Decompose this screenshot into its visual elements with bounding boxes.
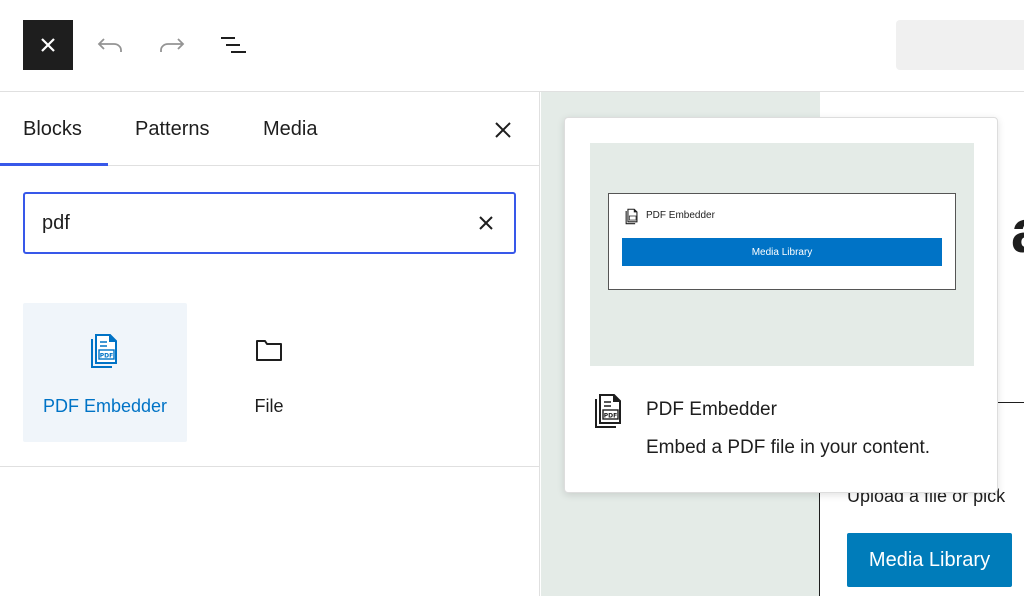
- close-icon: [479, 216, 493, 230]
- pdf-embedder-icon: PDF: [589, 390, 629, 430]
- pdf-embedder-icon: PDF: [23, 331, 187, 369]
- block-preview-popover: PDF Embedder Media Library PDF PDF Embed…: [564, 117, 998, 493]
- svg-text:PDF: PDF: [100, 353, 113, 360]
- close-inserter-button[interactable]: [23, 20, 73, 70]
- preview-media-library-button: Media Library: [622, 238, 942, 266]
- clear-search-button[interactable]: [474, 211, 498, 235]
- block-inserter-panel: Blocks Patterns Media PDF: [0, 92, 540, 596]
- undo-icon: [97, 38, 122, 52]
- block-result-label: PDF Embedder: [42, 396, 168, 416]
- document-bar[interactable]: [896, 20, 1024, 70]
- preview-block-card: PDF Embedder Media Library: [608, 193, 956, 290]
- close-icon: [495, 122, 511, 138]
- tab-patterns[interactable]: Patterns: [135, 92, 209, 166]
- block-preview-area: PDF Embedder Media Library: [590, 143, 974, 366]
- svg-text:PDF: PDF: [604, 413, 617, 420]
- close-panel-button[interactable]: [490, 117, 516, 143]
- editor-toolbar: [0, 0, 1024, 92]
- close-icon: [41, 38, 55, 52]
- divider: [0, 466, 540, 467]
- tab-media[interactable]: Media: [263, 92, 317, 166]
- folder-icon: [187, 331, 351, 369]
- pdf-embedder-icon: [625, 208, 638, 225]
- preview-block-description: Embed a PDF file in your content.: [646, 437, 931, 458]
- list-view-button[interactable]: [216, 28, 250, 62]
- media-library-button[interactable]: Media Library: [847, 533, 1012, 587]
- block-result-pdf-embedder[interactable]: PDF PDF Embedder: [23, 303, 187, 442]
- block-result-label: File: [254, 396, 284, 416]
- redo-button[interactable]: [155, 28, 189, 62]
- search-input[interactable]: [42, 208, 442, 238]
- inserter-tabs: Blocks Patterns Media: [0, 92, 540, 166]
- redo-icon: [160, 38, 185, 52]
- tab-blocks[interactable]: Blocks: [23, 92, 82, 166]
- undo-button[interactable]: [93, 28, 127, 62]
- block-search-field[interactable]: [23, 192, 516, 254]
- canvas-heading-fragment: a: [1011, 202, 1024, 262]
- block-result-file[interactable]: File: [187, 303, 351, 442]
- active-tab-indicator: [0, 163, 108, 166]
- preview-card-title: PDF Embedder: [646, 210, 715, 221]
- list-view-icon: [221, 37, 246, 53]
- preview-block-title: PDF Embedder: [646, 399, 777, 420]
